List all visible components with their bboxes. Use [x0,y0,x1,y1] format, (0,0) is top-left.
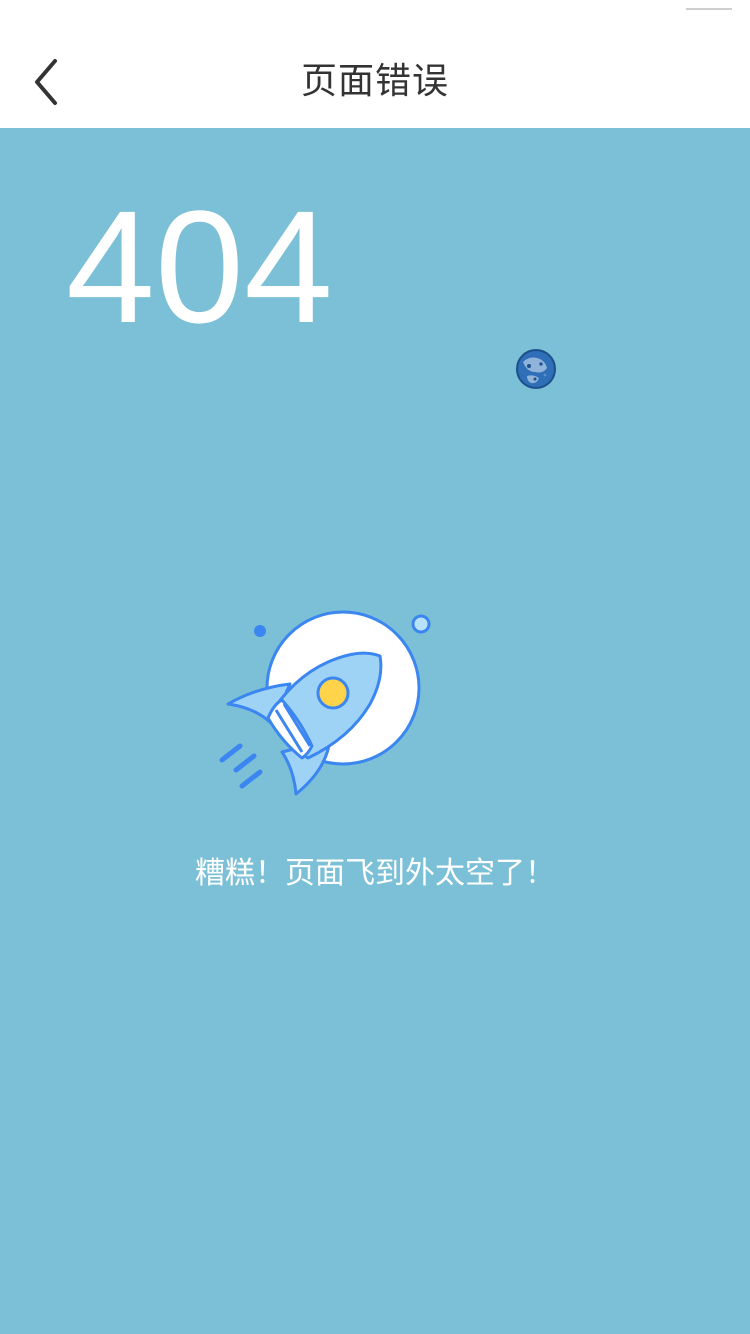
error-message: 糟糕！页面飞到外太空了！ [195,856,555,891]
error-page: 页面错误 404 糟糕！页面飞到外太空了！ [0,0,750,1334]
planet-icon [516,349,556,389]
rocket-icon [219,610,431,796]
status-indicator [686,8,732,10]
status-bar [0,0,750,14]
navigation-bar: 页面错误 [0,0,750,128]
error-code: 404 [66,177,333,356]
page-title: 页面错误 [300,61,449,102]
